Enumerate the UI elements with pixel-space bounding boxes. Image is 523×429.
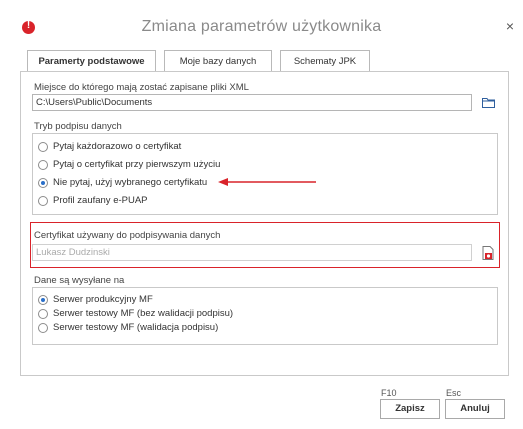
radio-button[interactable] [38, 308, 48, 319]
radio-label: Serwer produkcyjny MF [53, 294, 153, 305]
send-to-label: Dane są wysyłane na [34, 275, 125, 286]
radio-ask-first-use[interactable]: Pytaj o certyfikat przy pierwszym użyciu [38, 158, 220, 171]
xml-location-label: Miejsce do którego mają zostać zapisane … [34, 82, 249, 93]
tab-basic-parameters[interactable]: Paramerty podstawowe [27, 50, 156, 73]
radio-button-checked[interactable] [38, 177, 48, 188]
radio-test-server-no-validation[interactable]: Serwer testowy MF (bez walidacji podpisu… [38, 307, 233, 320]
radio-label: Profil zaufany e-PUAP [53, 195, 148, 206]
certificate-input[interactable]: Lukasz Dudzinski [32, 244, 472, 261]
xml-location-input[interactable]: C:\Users\Public\Documents [32, 94, 472, 111]
certificate-icon[interactable] [482, 246, 494, 260]
radio-test-server-validation[interactable]: Serwer testowy MF (walidacja podpisu) [38, 321, 218, 334]
radio-ask-every-time[interactable]: Pytaj każdorazowo o certyfikat [38, 140, 181, 153]
radio-button[interactable] [38, 141, 48, 152]
radio-label: Serwer testowy MF (walidacja podpisu) [53, 322, 219, 333]
tab-jpk-schemas[interactable]: Schematy JPK [280, 50, 370, 72]
radio-label: Nie pytaj, użyj wybranego certyfikatu [53, 177, 208, 188]
radio-trusted-profile-epuap[interactable]: Profil zaufany e-PUAP [38, 194, 148, 207]
certificate-label: Certyfikat używany do podpisywania danyc… [34, 230, 221, 241]
cancel-shortcut-hint: Esc [446, 388, 462, 398]
radio-button-checked[interactable] [38, 294, 48, 305]
radio-button[interactable] [38, 159, 48, 170]
radio-button[interactable] [38, 322, 48, 333]
tab-my-databases[interactable]: Moje bazy danych [164, 50, 272, 72]
cancel-button[interactable]: Anuluj [445, 399, 505, 419]
radio-production-server[interactable]: Serwer produkcyjny MF [38, 293, 153, 306]
signing-mode-label: Tryb podpisu danych [34, 121, 122, 132]
radio-label: Serwer testowy MF (bez walidacji podpisu… [53, 308, 234, 319]
radio-label: Pytaj każdorazowo o certyfikat [53, 141, 182, 152]
title-bar: Zmiana parametrów użytkownika × [0, 10, 523, 46]
window-title: Zmiana parametrów użytkownika [141, 18, 382, 35]
annotation-arrow [218, 178, 316, 186]
save-shortcut-hint: F10 [381, 388, 397, 398]
change-user-parameters-dialog: Zmiana parametrów użytkownika × Paramert… [0, 0, 523, 429]
radio-button[interactable] [38, 195, 48, 206]
save-button[interactable]: Zapisz [380, 399, 440, 419]
radio-use-selected-certificate[interactable]: Nie pytaj, użyj wybranego certyfikatu [38, 176, 207, 189]
close-button[interactable]: × [503, 18, 517, 34]
radio-label: Pytaj o certyfikat przy pierwszym użyciu [53, 159, 221, 170]
folder-icon[interactable] [482, 97, 495, 108]
